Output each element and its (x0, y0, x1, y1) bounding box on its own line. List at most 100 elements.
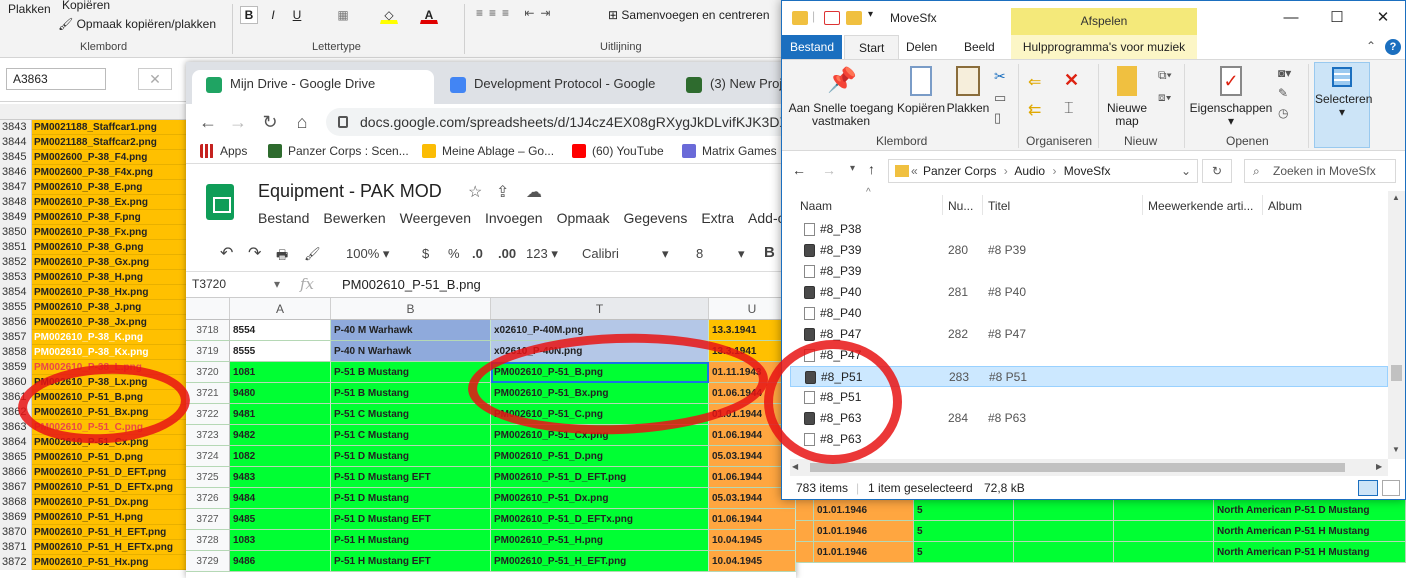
row-number[interactable]: 3856 (0, 315, 32, 330)
row-number[interactable]: 3852 (0, 255, 32, 270)
breadcrumb-item[interactable]: Panzer Corps (923, 164, 996, 178)
column-header-a[interactable]: A (230, 298, 331, 319)
table-cell[interactable] (1014, 500, 1114, 521)
file-row[interactable]: #8_P47 (790, 345, 1388, 366)
column-number[interactable]: Nu... (948, 199, 973, 213)
fill-color-icon[interactable]: ◇ (380, 6, 398, 24)
cell-a[interactable]: 1083 (230, 530, 331, 551)
menu-item[interactable]: Bestand (258, 210, 309, 226)
underline-button[interactable]: U (288, 6, 306, 24)
rename-icon[interactable]: ⌶ (1064, 100, 1074, 118)
row-number[interactable]: 3728 (186, 530, 230, 551)
cell-t[interactable]: PM002610_P-51_Cx.png (491, 425, 709, 446)
cell-b[interactable]: P-51 B Mustang (331, 383, 491, 404)
scrollbar-thumb[interactable] (810, 463, 1345, 472)
cell-a[interactable]: 9485 (230, 509, 331, 530)
font-select[interactable]: Calibri ▾ (582, 246, 676, 261)
bold-button[interactable]: B (240, 6, 258, 24)
formula-input[interactable]: PM002610_P-51_B.png (342, 277, 481, 292)
sheets-name-box[interactable]: T3720 (192, 277, 226, 291)
currency-button[interactable]: $ (422, 246, 429, 261)
excel-cell[interactable]: PM002610_P-51_H_EFT.png (32, 525, 186, 540)
menu-item[interactable]: Gegevens (624, 210, 688, 226)
table-cell[interactable]: 01.01.1946 (814, 542, 914, 563)
excel-cell[interactable]: PM002610_P-38_Ex.png (32, 195, 186, 210)
cell-b[interactable]: P-51 B Mustang (331, 362, 491, 383)
excel-cell[interactable]: PM002610_P-38_Lx.png (32, 375, 186, 390)
excel-cell[interactable]: PM002610_P-38_Kx.png (32, 345, 186, 360)
row-number[interactable]: 3861 (0, 390, 32, 405)
column-divider[interactable] (1142, 195, 1143, 215)
tab-bestand[interactable]: Bestand (782, 35, 843, 59)
close-icon[interactable]: ✕ (1360, 5, 1405, 31)
excel-cell[interactable]: PM002610_P-51_C.png (32, 420, 186, 435)
row-number[interactable]: 3848 (0, 195, 32, 210)
format-painter-button[interactable]: 🖌 Opmaak kopiëren/plakken (58, 17, 216, 31)
cloud-icon[interactable]: ☁ (526, 182, 542, 202)
row-number[interactable]: 3871 (0, 540, 32, 555)
row-number[interactable]: 3860 (0, 375, 32, 390)
new-folder-button[interactable]: Nieuwe map (1102, 66, 1152, 128)
row-number[interactable]: 3865 (0, 450, 32, 465)
row-number[interactable]: 3859 (0, 360, 32, 375)
scrollbar-thumb[interactable] (1391, 365, 1402, 381)
excel-cell[interactable]: PM002610_P-51_H.png (32, 510, 186, 525)
cell-t[interactable]: x02610_P-40M.png (491, 320, 709, 341)
move-icon[interactable]: ⇪ (496, 182, 509, 202)
cell-b[interactable]: P-51 H Mustang (331, 530, 491, 551)
move-to-icon[interactable]: ⇐ (1028, 72, 1041, 92)
excel-cell[interactable]: PM002610_P-51_B.png (32, 390, 186, 405)
table-cell[interactable] (796, 542, 814, 563)
column-divider[interactable] (1262, 195, 1263, 215)
table-cell[interactable] (1114, 500, 1214, 521)
row-number[interactable]: 3846 (0, 165, 32, 180)
quick-access-dropdown-icon[interactable]: ▾ (868, 9, 873, 20)
back-icon[interactable]: ← (792, 162, 806, 178)
properties-icon[interactable] (824, 11, 840, 25)
font-color-icon[interactable]: A (420, 6, 438, 24)
cell-b[interactable]: P-40 M Warhawk (331, 320, 491, 341)
play-context-tab[interactable]: Afspelen (1011, 8, 1197, 35)
bookmark-apps[interactable]: Apps (200, 143, 247, 159)
font-size-select[interactable]: 8 ▾ (696, 246, 752, 261)
tab-beeld[interactable]: Beeld (950, 35, 1009, 59)
document-title[interactable]: Equipment - PAK MOD (258, 181, 442, 202)
row-number[interactable]: 3843 (0, 120, 32, 135)
row-number[interactable]: 3719 (186, 341, 230, 362)
excel-cell[interactable]: PM002610_P-51_D.png (32, 450, 186, 465)
easy-access-icon[interactable]: ⧈▾ (1158, 90, 1172, 105)
excel-cell[interactable]: PM002610_P-51_D_EFT.png (32, 465, 186, 480)
chevron-down-icon[interactable]: ▾ (274, 277, 280, 291)
zoom-select[interactable]: 100% ▾ (346, 246, 389, 262)
row-number[interactable]: 3727 (186, 509, 230, 530)
cell-b[interactable]: P-51 C Mustang (331, 404, 491, 425)
row-number[interactable]: 3723 (186, 425, 230, 446)
excel-cell[interactable]: PM002610_P-38_E.png (32, 180, 186, 195)
chevron-up-icon[interactable]: ⌃ (1366, 39, 1376, 53)
more-formats-select[interactable]: 123 ▾ (526, 246, 558, 262)
sheets-logo-icon[interactable] (206, 184, 234, 220)
cell-u[interactable]: 10.04.1945 (709, 530, 796, 551)
file-row[interactable]: #8_P47 282 #8 P47 (790, 324, 1388, 345)
paint-format-icon[interactable]: 🖌 (304, 246, 321, 262)
menu-item[interactable]: Invoegen (485, 210, 543, 226)
excel-cell[interactable]: PM002610_P-38_Jx.png (32, 315, 186, 330)
table-cell[interactable]: North American P-51 H Mustang (1214, 542, 1406, 563)
table-cell[interactable]: 5 (914, 500, 1014, 521)
copy-path-icon[interactable]: ▭ (994, 90, 1006, 106)
excel-cell[interactable]: PM002610_P-38_J.png (32, 300, 186, 315)
excel-cell[interactable]: PM002610_P-51_Cx.png (32, 435, 186, 450)
percent-button[interactable]: % (448, 246, 460, 261)
copy-to-icon[interactable]: ⇇ (1028, 100, 1041, 120)
bookmark-panzer-corps[interactable]: Panzer Corps : Scen... (268, 143, 409, 159)
cell-a[interactable]: 9484 (230, 488, 331, 509)
cancel-icon[interactable]: ✕ (138, 68, 172, 90)
decrease-decimal-button[interactable]: .0 (472, 246, 483, 261)
vertical-scrollbar[interactable]: ▲ ▼ (1388, 191, 1405, 459)
tab-music-tools[interactable]: Hulpprogramma's voor muziek (1011, 35, 1197, 59)
file-row[interactable]: #8_P51 283 #8 P51 (790, 366, 1388, 387)
table-cell[interactable] (796, 521, 814, 542)
italic-button[interactable]: I (264, 6, 282, 24)
excel-cell[interactable]: PM002610_P-38_L.png (32, 360, 186, 375)
undo-icon[interactable]: ↶ (220, 243, 233, 263)
